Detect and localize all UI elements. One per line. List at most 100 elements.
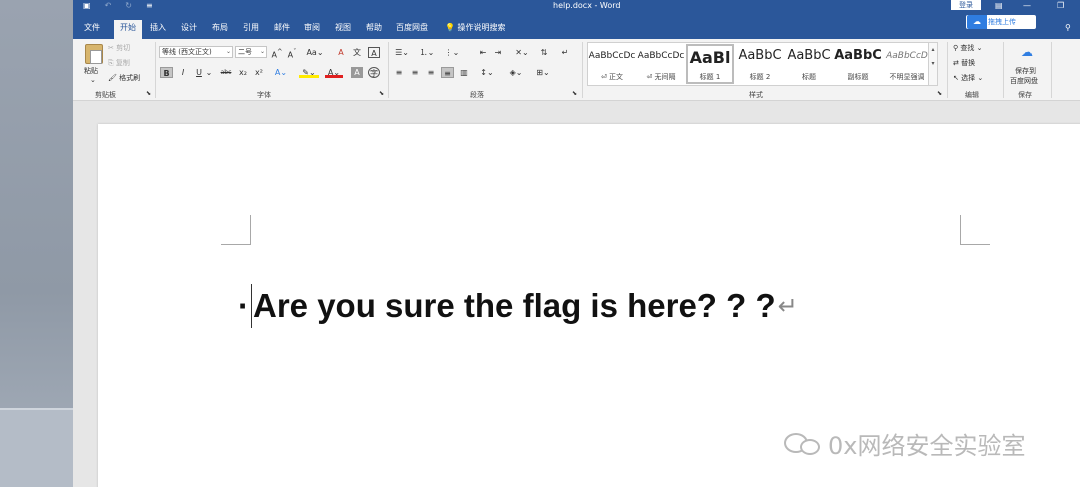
strikethrough-button[interactable]: abc — [219, 67, 233, 78]
borders-icon[interactable]: ⊞⌄ — [534, 67, 552, 78]
clear-format-icon[interactable]: A — [335, 47, 347, 58]
styles-launcher-icon[interactable]: ⬊ — [937, 90, 942, 97]
align-center-icon[interactable]: ≡ — [409, 67, 421, 78]
styles-scroll[interactable]: ▴ ▾ — [928, 42, 938, 86]
baidu-cloud-icon[interactable]: ☁ — [1018, 45, 1036, 59]
undo-icon[interactable]: ↶ — [105, 1, 112, 10]
customize-qat-icon[interactable]: ≡ — [146, 1, 153, 10]
style-no-spacing[interactable]: AaBbCcDc ⏎ 无间隔 — [637, 44, 685, 84]
drag-upload-button[interactable]: ☁ 拖拽上传 — [966, 15, 1036, 29]
tab-review[interactable]: 审阅 — [298, 20, 326, 39]
copy-label: 复制 — [115, 59, 130, 67]
show-marks-icon[interactable]: ↵ — [559, 47, 571, 58]
increase-indent-icon[interactable]: ⇥ — [492, 47, 504, 58]
highlight-icon[interactable]: ✎⌄ — [299, 67, 319, 78]
tab-layout[interactable]: 布局 — [206, 20, 234, 39]
paste-dropdown-icon[interactable]: ⌄ — [90, 76, 96, 84]
find-button[interactable]: ⚲ 查找 ⌄ — [953, 43, 982, 53]
style-name: 标题 1 — [699, 73, 721, 81]
replace-icon: ⇄ — [953, 59, 959, 67]
numbering-icon[interactable]: ⒈⌄ — [418, 47, 436, 58]
enclose-characters-icon[interactable]: 字 — [368, 67, 380, 78]
ribbon: 粘贴 ⌄ ✂ 剪切 ⎘ 复制 🖌 格式刷 剪贴板 ⬊ 等线 (西文正文) ⌄ 二号… — [73, 39, 1080, 101]
tab-file[interactable]: 文件 — [78, 20, 106, 39]
tab-insert[interactable]: 插入 — [144, 20, 172, 39]
style-sample: AaBbCcDc — [637, 51, 685, 61]
style-name: ⏎ 无间隔 — [646, 73, 676, 81]
ribbon-display-icon[interactable]: ▤ — [995, 0, 1003, 11]
select-button[interactable]: ↖ 选择 ⌄ — [953, 73, 983, 83]
tab-view[interactable]: 视图 — [329, 20, 357, 39]
line-spacing-icon[interactable]: ↕⌄ — [478, 67, 496, 78]
cut-button[interactable]: ✂ 剪切 — [108, 43, 130, 53]
distributed-icon[interactable]: ▥ — [458, 67, 470, 78]
format-painter-button[interactable]: 🖌 格式刷 — [108, 73, 140, 83]
sort-icon[interactable]: ⇅ — [538, 47, 550, 58]
tell-me-search[interactable]: 💡 操作说明搜索 — [445, 20, 506, 36]
character-shading-icon[interactable]: A — [351, 67, 363, 78]
paragraph-launcher-icon[interactable]: ⬊ — [572, 90, 577, 97]
font-launcher-icon[interactable]: ⬊ — [379, 90, 384, 97]
superscript-button[interactable]: x² — [253, 67, 265, 78]
style-name: 不明显强调 — [889, 73, 925, 81]
shrink-font-icon[interactable]: Aˇ — [286, 47, 298, 60]
phonetic-guide-icon[interactable]: 文 — [351, 47, 363, 58]
save-to-label-1[interactable]: 保存到 — [1015, 66, 1036, 76]
minimize-icon[interactable]: — — [1023, 0, 1031, 11]
redo-icon[interactable]: ↻ — [125, 1, 132, 10]
save-to-label-2[interactable]: 百度网盘 — [1010, 76, 1038, 86]
tab-references[interactable]: 引用 — [237, 20, 265, 39]
chevron-down-icon[interactable]: ⌄ — [205, 67, 213, 78]
copy-button[interactable]: ⎘ 复制 — [108, 58, 130, 68]
font-name-combo[interactable]: 等线 (西文正文) ⌄ — [159, 46, 233, 58]
font-size-combo[interactable]: 二号 ⌄ — [235, 46, 267, 58]
style-heading-2[interactable]: AaBbC 标题 2 — [736, 44, 784, 84]
decrease-indent-icon[interactable]: ⇤ — [477, 47, 489, 58]
copy-icon: ⎘ — [108, 59, 114, 67]
multilevel-list-icon[interactable]: ⋮⌄ — [443, 47, 461, 58]
bullets-icon[interactable]: ☰⌄ — [393, 47, 411, 58]
tab-home[interactable]: 开始 — [114, 20, 142, 39]
style-normal[interactable]: AaBbCcDc ⏎ 正文 — [588, 44, 636, 84]
style-heading-1[interactable]: AaBl 标题 1 — [686, 44, 734, 84]
subscript-button[interactable]: x₂ — [237, 67, 249, 78]
style-subtle-emphasis[interactable]: AaBbCcD 不明显强调 — [883, 44, 931, 84]
replace-button[interactable]: ⇄ 替换 — [953, 58, 975, 68]
save-icon[interactable]: ▣ — [83, 1, 91, 10]
tab-help[interactable]: 帮助 — [360, 20, 388, 39]
paste-icon[interactable] — [85, 44, 103, 64]
restore-icon[interactable]: ❐ — [1057, 0, 1064, 11]
font-color-icon[interactable]: A⌄ — [325, 67, 343, 78]
style-sample: AaBbC — [787, 48, 831, 63]
quick-access-toolbar: ▣ ↶ ↻ ≡ — [83, 0, 153, 11]
document-page[interactable]: · Are you sure the flag is here? ? ? ↵ 0x网… — [98, 124, 1080, 487]
tab-mailings[interactable]: 邮件 — [268, 20, 296, 39]
style-name: 标题 — [802, 73, 816, 81]
watermark-text: 0x网络安全实验室 — [828, 432, 1026, 460]
underline-button[interactable]: U — [193, 67, 205, 78]
bold-button[interactable]: B — [160, 67, 173, 78]
change-case-icon[interactable]: Aa⌄ — [305, 47, 325, 58]
tab-design[interactable]: 设计 — [175, 20, 203, 39]
text-effects-icon[interactable]: A⌄ — [272, 67, 290, 78]
italic-button[interactable]: I — [177, 67, 189, 78]
style-title[interactable]: AaBbC 标题 — [785, 44, 833, 84]
upload-label: 拖拽上传 — [988, 18, 1016, 26]
character-border-icon[interactable]: A — [368, 47, 380, 58]
clipboard-launcher-icon[interactable]: ⬊ — [146, 90, 151, 97]
login-button[interactable]: 登录 — [951, 0, 981, 10]
shading-icon[interactable]: ◈⌄ — [507, 67, 525, 78]
style-sample: AaBbC — [834, 48, 882, 63]
user-icon[interactable]: ⚲ — [1065, 20, 1071, 36]
styles-gallery: AaBbCcDc ⏎ 正文 AaBbCcDc ⏎ 无间隔 AaBl 标题 1 A… — [587, 42, 938, 86]
paste-button[interactable]: 粘贴 — [84, 66, 98, 76]
replace-label: 替换 — [961, 59, 976, 67]
tab-baidu-netdisk[interactable]: 百度网盘 — [390, 20, 434, 39]
style-subtitle[interactable]: AaBbC 副标题 — [834, 44, 882, 84]
chinese-layout-icon[interactable]: ✕⌄ — [513, 47, 531, 58]
document-paragraph[interactable]: · Are you sure the flag is here? ? ? ↵ — [238, 284, 798, 328]
grow-font-icon[interactable]: A^ — [271, 47, 283, 60]
justify-icon[interactable]: ≡ — [441, 67, 454, 78]
align-left-icon[interactable]: ≡ — [393, 67, 405, 78]
align-right-icon[interactable]: ≡ — [425, 67, 437, 78]
